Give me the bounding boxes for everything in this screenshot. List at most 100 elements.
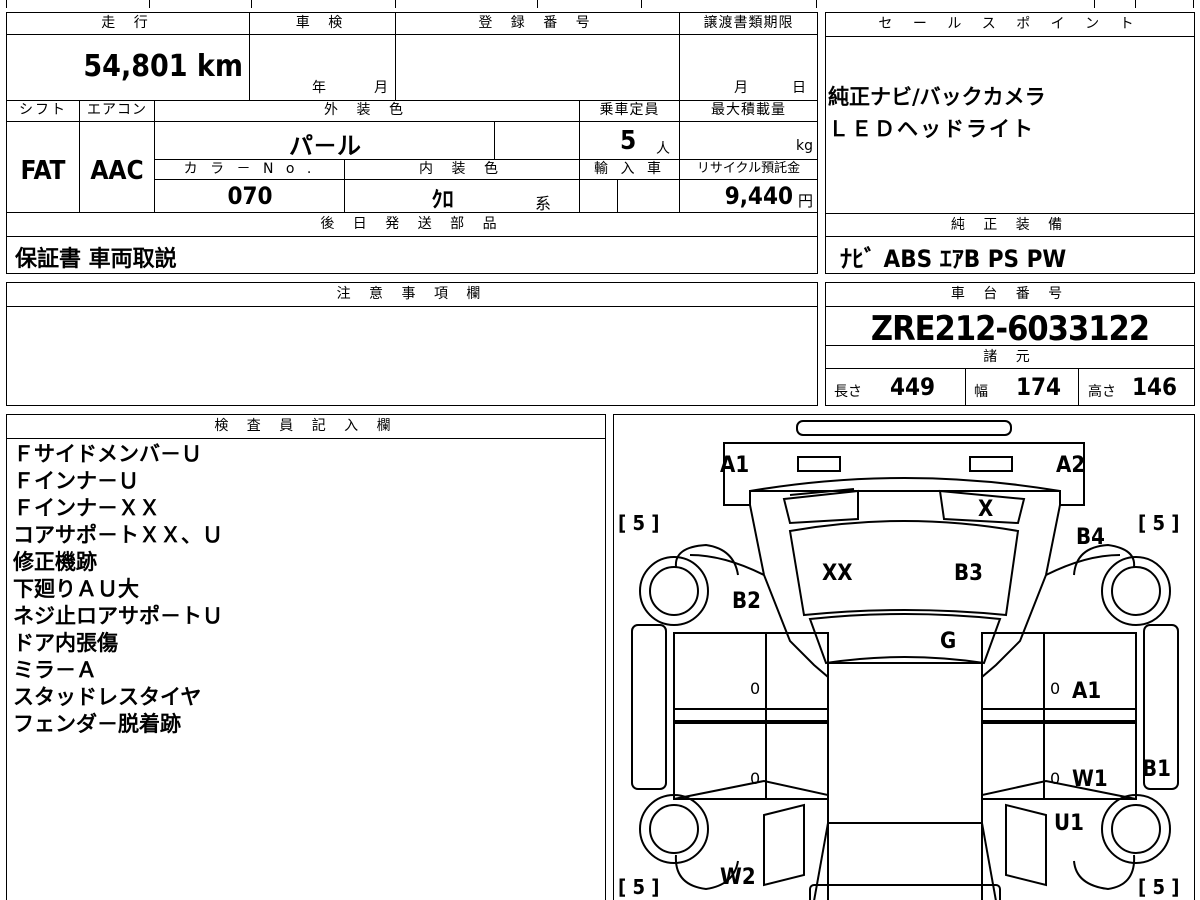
inspector-line: ドア内張傷 bbox=[13, 631, 118, 655]
tire-rr-depth: [ 5 ] bbox=[1138, 875, 1180, 899]
width-value: 174 bbox=[1016, 373, 1062, 401]
inspection-year-label: 年 bbox=[312, 80, 326, 96]
inspector-line: Ｆインナ－ＸＸ bbox=[13, 496, 160, 520]
inspector-line: 下廻りＡＵ大 bbox=[13, 577, 139, 601]
height-value: 146 bbox=[1132, 373, 1178, 401]
label-b1-right-side: B1 bbox=[1142, 757, 1171, 782]
label-a2-front: A2 bbox=[1056, 453, 1086, 478]
sales-point-line1: 純正ナビ/バックカメラ bbox=[828, 85, 1046, 109]
recycle-unit: 円 bbox=[797, 192, 813, 210]
chassis-number: ZRE212-6033122 bbox=[870, 309, 1150, 349]
sales-point-header: セ ー ル ス ポ イ ン ト bbox=[826, 13, 1194, 37]
notes-box: 注 意 事 項 欄 bbox=[6, 282, 818, 406]
tire-rl-depth: [ 5 ] bbox=[618, 875, 660, 899]
height-label: 高さ bbox=[1088, 384, 1116, 400]
top-strip bbox=[6, 0, 817, 8]
interior-color-suffix: 系 bbox=[535, 194, 552, 213]
registration-cell bbox=[396, 35, 680, 101]
inspector-line: ネジ止ロアサポ－トＵ bbox=[13, 604, 223, 628]
capacity-unit: 人 bbox=[656, 141, 670, 157]
capacity-header: 乗車定員 bbox=[580, 101, 680, 122]
recycle-cell: 9,440 円 bbox=[680, 180, 817, 213]
import-header: 輸 入 車 bbox=[580, 160, 680, 180]
aircon-value: AAC bbox=[90, 156, 144, 186]
label-w1-right-door: W1 bbox=[1072, 767, 1108, 792]
shift-cell: FAT bbox=[7, 122, 80, 213]
transfer-month-label: 月 bbox=[734, 80, 748, 96]
dims-header: 諸 元 bbox=[826, 345, 1194, 369]
inspection-cell: 年 月 bbox=[250, 35, 396, 101]
tire-fr-depth: [ 5 ] bbox=[1138, 511, 1180, 535]
interior-color-cell: ｸﾛ 系 bbox=[345, 180, 580, 213]
inspector-line: スタッドレスタイヤ bbox=[13, 685, 202, 709]
sales-point-line2: ＬＥＤヘッドライト bbox=[828, 117, 1035, 141]
equipment-header: 純 正 装 備 bbox=[826, 213, 1194, 237]
label-b2-left-fender: B2 bbox=[732, 589, 761, 614]
length-label: 長さ bbox=[834, 384, 862, 400]
door-mark-left-front: 0 bbox=[750, 679, 761, 698]
vehicle-info-table: 走 行 車 検 登 録 番 号 譲渡書類期限 54,801 km 年 月 月 日… bbox=[6, 12, 818, 274]
shift-value: FAT bbox=[20, 156, 66, 186]
inspector-box: 検 査 員 記 入 欄 Ｆサイドメンバ－Ｕ Ｆインナ－Ｕ Ｆインナ－ＸＸ コアサ… bbox=[6, 414, 606, 900]
import-cell-b bbox=[618, 180, 680, 213]
aircon-header: エアコン bbox=[80, 101, 155, 122]
capacity-cell: 5 人 bbox=[580, 122, 680, 160]
exterior-color-value: パ－ル bbox=[289, 132, 361, 160]
label-b3-hood: B3 bbox=[954, 561, 983, 586]
equipment-value: ﾅﾋﾞ ABS ｴｱB PS PW bbox=[840, 245, 1067, 273]
label-b4-right-fender: B4 bbox=[1076, 525, 1105, 550]
door-mark-right-front: 0 bbox=[1050, 679, 1061, 698]
transfer-deadline-header: 譲渡書類期限 bbox=[680, 13, 817, 35]
shift-header: シフト bbox=[7, 101, 80, 122]
interior-color-value: ｸﾛ bbox=[431, 188, 454, 213]
inspector-line: Ｆサイドメンバ－Ｕ bbox=[13, 442, 202, 466]
import-cell-a bbox=[580, 180, 618, 213]
door-mark-left-rear: 0 bbox=[750, 769, 761, 788]
mileage-header: 走 行 bbox=[7, 13, 250, 35]
inspection-header: 車 検 bbox=[250, 13, 396, 35]
later-parts-value: 保証書 車両取説 bbox=[15, 247, 177, 272]
inspector-line: ミラ－Ａ bbox=[13, 658, 97, 682]
max-load-cell: kg bbox=[680, 122, 817, 160]
exterior-color-header: 外 装 色 bbox=[155, 101, 580, 122]
label-g-windshield: G bbox=[940, 629, 957, 654]
mileage-value: 54,801 km bbox=[83, 49, 243, 84]
color-no-header: カ ラ － N o . bbox=[155, 160, 345, 180]
inspector-line: 修正機跡 bbox=[13, 550, 97, 574]
interior-color-header: 内 装 色 bbox=[345, 160, 580, 180]
label-a1-front: A1 bbox=[720, 453, 750, 478]
max-load-unit: kg bbox=[796, 138, 813, 154]
aircon-cell: AAC bbox=[80, 122, 155, 213]
mileage-cell: 54,801 km bbox=[7, 35, 250, 101]
inspection-month-label: 月 bbox=[374, 80, 388, 96]
transfer-deadline-cell: 月 日 bbox=[680, 35, 817, 101]
label-x-hood: X bbox=[978, 497, 994, 522]
damage-diagram: A1 A2 X B4 XX B3 B2 G A1 B1 W1 U1 W2 [ 5… bbox=[613, 414, 1195, 900]
tire-fl-depth: [ 5 ] bbox=[618, 511, 660, 535]
label-xx-hood: XX bbox=[822, 561, 853, 586]
max-load-header: 最大積載量 bbox=[680, 101, 817, 122]
label-w2-left-rear: W2 bbox=[720, 865, 756, 890]
inspector-notes: Ｆサイドメンバ－Ｕ Ｆインナ－Ｕ Ｆインナ－ＸＸ コアサポ－トＸＸ、Ｕ 修正機跡… bbox=[13, 441, 223, 738]
color-no-cell: 070 bbox=[155, 180, 345, 213]
exterior-color-extra-cell bbox=[495, 122, 580, 160]
door-mark-right-rear: 0 bbox=[1050, 769, 1061, 788]
transfer-day-label: 日 bbox=[792, 80, 806, 96]
chassis-box: 車 台 番 号 ZRE212-6033122 諸 元 長さ 449 幅 174 … bbox=[825, 282, 1195, 406]
recycle-value: 9,440 bbox=[724, 182, 793, 210]
inspector-header: 検 査 員 記 入 欄 bbox=[7, 415, 605, 439]
top-strip-right bbox=[1094, 0, 1194, 8]
chassis-header: 車 台 番 号 bbox=[826, 283, 1194, 307]
width-label: 幅 bbox=[974, 384, 988, 400]
exterior-color-cell: パ－ル bbox=[155, 122, 495, 160]
label-u1-right-rear: U1 bbox=[1054, 811, 1084, 836]
inspector-line: Ｆインナ－Ｕ bbox=[13, 469, 139, 493]
recycle-header: リサイクル預託金 bbox=[680, 160, 817, 180]
notes-header: 注 意 事 項 欄 bbox=[7, 283, 817, 307]
registration-header: 登 録 番 号 bbox=[396, 13, 680, 35]
capacity-value: 5 bbox=[620, 126, 637, 156]
label-a1-right-door: A1 bbox=[1072, 679, 1102, 704]
sales-point-box: セ ー ル ス ポ イ ン ト 純正ナビ/バックカメラ ＬＥＤヘッドライト 純 … bbox=[825, 12, 1195, 274]
inspector-line: フェンダ－脱着跡 bbox=[13, 712, 181, 736]
inspector-line: コアサポ－トＸＸ、Ｕ bbox=[13, 523, 223, 547]
